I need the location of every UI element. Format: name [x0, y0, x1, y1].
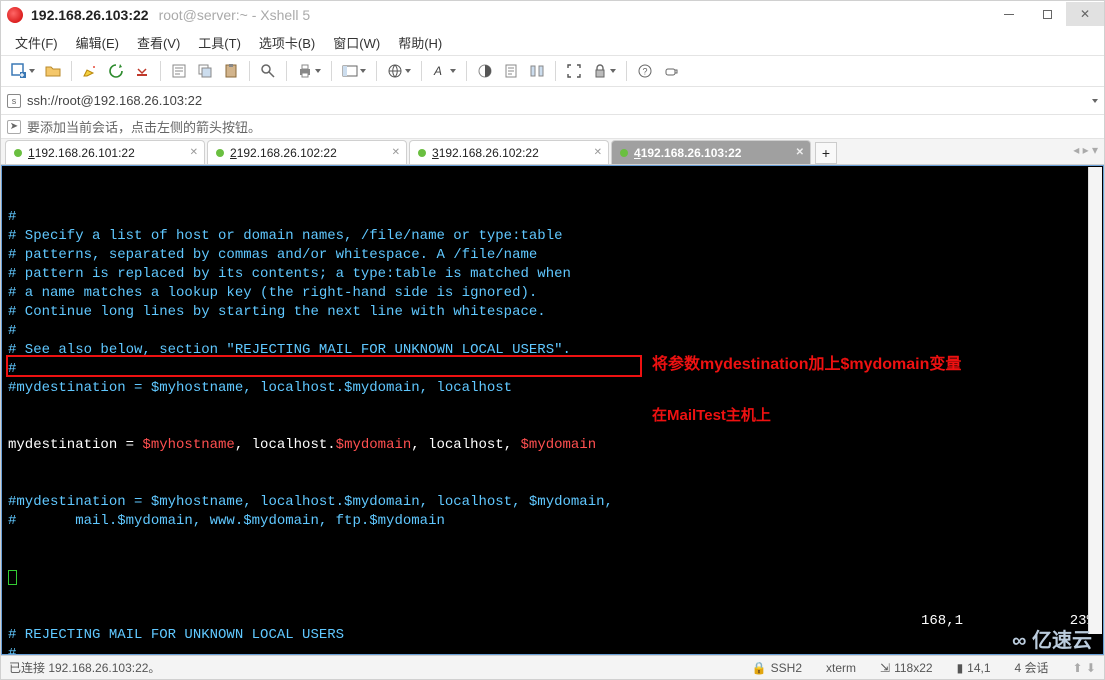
- fullscreen-button[interactable]: [562, 59, 586, 83]
- app-icon: [7, 7, 23, 23]
- script-button[interactable]: [499, 59, 523, 83]
- status-dot-icon: [216, 149, 224, 157]
- paste-button[interactable]: [219, 59, 243, 83]
- address-text[interactable]: ssh://root@192.168.26.103:22: [27, 93, 202, 108]
- highlight-button[interactable]: [78, 59, 102, 83]
- print-button[interactable]: [293, 59, 325, 83]
- layout-button[interactable]: [338, 59, 370, 83]
- maximize-button[interactable]: [1028, 2, 1066, 26]
- close-tab-icon[interactable]: ✕: [190, 147, 198, 158]
- disconnect-button[interactable]: [130, 59, 154, 83]
- highlighted-config-line: mydestination = $myhostname, localhost.$…: [8, 436, 1097, 455]
- tab-nav[interactable]: ◂ ▸ ▾: [1073, 143, 1098, 157]
- find-button[interactable]: [256, 59, 280, 83]
- font-button[interactable]: A: [428, 59, 460, 83]
- terminal-line: #mydestination = $myhostname, localhost.…: [8, 493, 1097, 512]
- properties-button[interactable]: [167, 59, 191, 83]
- status-bar: 已连接 192.168.26.103:22。 🔒SSH2 xterm ⇲118x…: [1, 655, 1104, 679]
- encoding-button[interactable]: [383, 59, 415, 83]
- svg-text:A: A: [433, 64, 442, 78]
- reconnect-button[interactable]: [104, 59, 128, 83]
- address-bar: s ssh://root@192.168.26.103:22: [1, 87, 1104, 115]
- columns-button[interactable]: [525, 59, 549, 83]
- status-updown-icons: ⬆ ⬇: [1073, 661, 1096, 675]
- menubar: 文件(F) 编辑(E) 查看(V) 工具(T) 选项卡(B) 窗口(W) 帮助(…: [1, 29, 1104, 55]
- menu-tabs[interactable]: 选项卡(B): [253, 31, 321, 54]
- session-tab-3[interactable]: 4 192.168.26.103:22✕: [611, 140, 811, 164]
- menu-tools[interactable]: 工具(T): [192, 31, 247, 54]
- terminal-line: # a name matches a lookup key (the right…: [8, 284, 1097, 303]
- status-cursor: ▮14,1: [957, 661, 991, 675]
- session-tab-2[interactable]: 3 192.168.26.102:22✕: [409, 140, 609, 164]
- app-window: 192.168.26.103:22 root@server:~ - Xshell…: [0, 0, 1105, 680]
- status-dot-icon: [620, 149, 628, 157]
- status-size: ⇲118x22: [880, 661, 933, 675]
- lock-button[interactable]: [588, 59, 620, 83]
- terminal-line: #mydestination = $myhostname, localhost.…: [8, 379, 1097, 398]
- close-tab-icon[interactable]: ✕: [796, 147, 804, 158]
- terminal-line: # Continue long lines by starting the ne…: [8, 303, 1097, 322]
- watermark-logo: ∞ 亿速云: [1012, 624, 1092, 653]
- cursor-icon: [8, 570, 17, 585]
- status-protocol: 🔒SSH2: [752, 661, 802, 675]
- new-tab-button[interactable]: +: [815, 142, 837, 164]
- annotation-1: 将参数mydestination加上$mydomain变量: [652, 355, 961, 374]
- status-dot-icon: [14, 149, 22, 157]
- svg-text:?: ?: [643, 67, 648, 77]
- resize-icon: ⇲: [880, 661, 890, 675]
- toolbar: A ?: [1, 55, 1104, 87]
- close-tab-icon[interactable]: ✕: [594, 147, 602, 158]
- title-sub: root@server:~ - Xshell 5: [159, 7, 311, 23]
- minimize-button[interactable]: [990, 2, 1028, 26]
- menu-file[interactable]: 文件(F): [9, 31, 64, 54]
- titlebar: 192.168.26.103:22 root@server:~ - Xshell…: [1, 1, 1104, 29]
- terminal-line: # mail.$mydomain, www.$mydomain, ftp.$my…: [8, 512, 1097, 531]
- session-tab-0[interactable]: 1 192.168.26.101:22✕: [5, 140, 205, 164]
- title-main: 192.168.26.103:22: [31, 7, 149, 23]
- address-dropdown[interactable]: [1092, 99, 1098, 103]
- close-tab-icon[interactable]: ✕: [392, 147, 400, 158]
- color-button[interactable]: [473, 59, 497, 83]
- vim-position: 168,1: [921, 612, 963, 631]
- terminal-line: #: [8, 322, 1097, 341]
- protocol-icon: s: [7, 94, 21, 108]
- session-tab-1[interactable]: 2 192.168.26.102:22✕: [207, 140, 407, 164]
- coffee-icon[interactable]: [659, 59, 683, 83]
- status-sessions: 4 会话: [1015, 659, 1049, 676]
- status-dot-icon: [418, 149, 426, 157]
- status-termtype: xterm: [826, 661, 856, 675]
- terminal-line: # patterns, separated by commas and/or w…: [8, 246, 1097, 265]
- terminal-line: #: [8, 645, 1097, 655]
- hint-bar: ➤ 要添加当前会话，点击左侧的箭头按钮。: [1, 115, 1104, 139]
- cursor-pos-icon: ▮: [957, 661, 964, 675]
- hint-text: 要添加当前会话，点击左侧的箭头按钮。: [27, 117, 261, 136]
- terminal-line: # pattern is replaced by its contents; a…: [8, 265, 1097, 284]
- menu-window[interactable]: 窗口(W): [327, 31, 386, 54]
- lock-small-icon: 🔒: [752, 661, 767, 675]
- new-session-button[interactable]: [7, 59, 39, 83]
- terminal-line: # Specify a list of host or domain names…: [8, 227, 1097, 246]
- terminal-line: #: [8, 208, 1097, 227]
- scrollbar-vertical[interactable]: [1088, 167, 1102, 634]
- open-button[interactable]: [41, 59, 65, 83]
- menu-view[interactable]: 查看(V): [131, 31, 186, 54]
- tab-strip: 1 192.168.26.101:22✕2 192.168.26.102:22✕…: [1, 139, 1104, 165]
- copy-button[interactable]: [193, 59, 217, 83]
- status-connected: 已连接 192.168.26.103:22。: [9, 659, 728, 676]
- help-button[interactable]: ?: [633, 59, 657, 83]
- close-button[interactable]: ✕: [1066, 2, 1104, 26]
- menu-edit[interactable]: 编辑(E): [70, 31, 125, 54]
- menu-help[interactable]: 帮助(H): [392, 31, 448, 54]
- terminal[interactable]: ## Specify a list of host or domain name…: [1, 165, 1104, 655]
- annotation-2: 在MailTest主机上: [652, 406, 771, 425]
- add-session-arrow-icon[interactable]: ➤: [7, 120, 21, 134]
